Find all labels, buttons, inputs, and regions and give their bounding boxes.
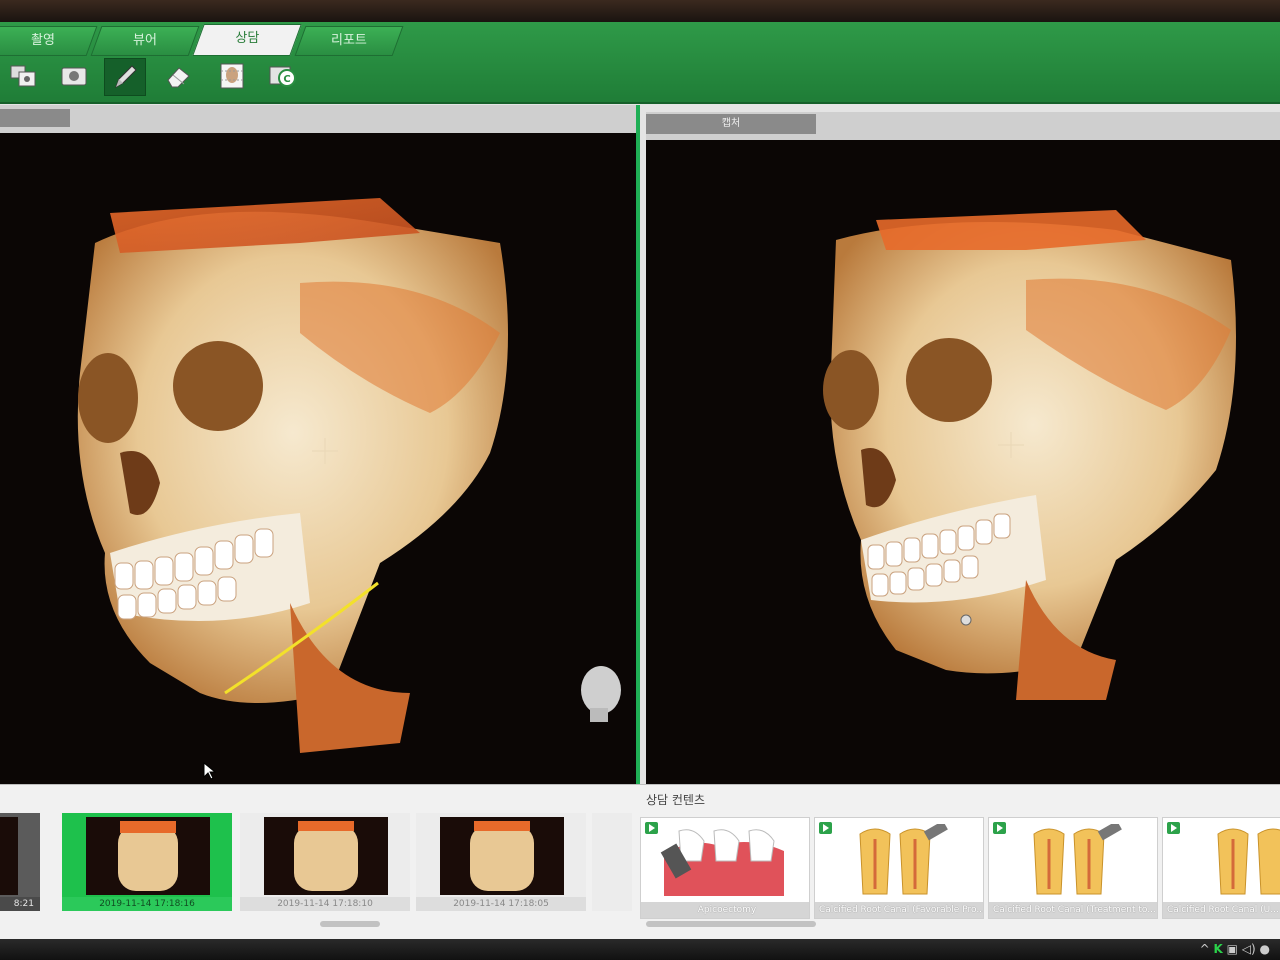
right-skull-render (646, 140, 1280, 784)
left-viewport-tab (0, 109, 70, 127)
os-taskbar: ^ K ▣ ◁) ● (0, 939, 1280, 960)
content-card[interactable]: Calcified Root Canal (Treatment to... (988, 817, 1158, 919)
play-icon[interactable] (1167, 822, 1180, 834)
tooth-illustration (660, 829, 784, 896)
right-viewport-header: 캡처 (646, 112, 1280, 140)
kakao-tray-icon[interactable]: K (1213, 942, 1222, 956)
thumbnail-item[interactable] (592, 813, 632, 911)
camera-icon (61, 67, 87, 86)
consult-content-cards: Apicoectomy Calcified Root Canal (Favora… (640, 817, 1280, 919)
content-card-caption: Calcified Root Canal (Treatment to... (989, 902, 1157, 918)
tab-consultation[interactable]: 상담 (192, 24, 302, 56)
viewport-divider[interactable] (636, 105, 640, 785)
notification-icon[interactable]: ● (1260, 942, 1270, 956)
right-3d-viewport[interactable]: 캡처 (646, 112, 1280, 784)
play-icon[interactable] (993, 822, 1006, 834)
thumbnail-item[interactable]: 8:21 (0, 813, 40, 911)
volume-icon[interactable]: ◁) (1242, 942, 1256, 956)
svg-text:C: C (283, 74, 290, 85)
tab-capture[interactable]: 촬영 (0, 26, 98, 56)
pencil-icon (115, 65, 137, 89)
thumbnail-caption: 2019-11-14 17:18:10 (240, 897, 410, 911)
screen: 촬영 뷰어 상담 리포트 C 캡처 8:21 2019-11-14 17:18:… (0, 0, 1280, 960)
eraser-icon (167, 67, 190, 88)
content-scrollbar[interactable] (646, 921, 816, 927)
left-3d-viewport[interactable] (0, 105, 640, 785)
skull-3d-image-right (823, 210, 1236, 700)
network-icon[interactable]: ▣ (1227, 942, 1238, 956)
thumbnail-item-selected[interactable]: 2019-11-14 17:18:16 (62, 813, 232, 911)
system-tray: ^ K ▣ ◁) ● (1200, 942, 1270, 956)
tab-label: 촬영 (31, 33, 55, 48)
monitor-bezel (0, 0, 1280, 22)
thumbnail-caption: 8:21 (0, 897, 40, 911)
thumbnail-image (264, 817, 388, 895)
chevron-up-icon[interactable]: ^ (1200, 942, 1210, 956)
content-card[interactable]: Calcified Root Canal (Favorable Pro... (814, 817, 984, 919)
content-card[interactable]: Calcified Root Canal (U... (1162, 817, 1280, 919)
thumbnail-image (440, 817, 564, 895)
left-viewport-header (0, 105, 640, 133)
tab-report[interactable]: 리포트 (294, 26, 404, 56)
tab-viewer[interactable]: 뷰어 (90, 26, 200, 56)
bottom-panel: 8:21 2019-11-14 17:18:16 2019-11-14 17:1… (0, 784, 1280, 940)
thumbnail-image (86, 817, 210, 895)
root-canal-illustration (1217, 828, 1280, 895)
compare-icon (10, 65, 36, 87)
tab-label: 뷰어 (133, 33, 157, 48)
face-grid-button[interactable] (212, 58, 252, 94)
thumbnail-image (0, 817, 18, 895)
right-viewport-tab[interactable]: 캡처 (646, 114, 816, 134)
root-canal-illustration (859, 824, 948, 895)
tab-label: 리포트 (331, 33, 367, 48)
mouse-cursor-icon (203, 762, 217, 780)
top-toolbar: 촬영 뷰어 상담 리포트 C (0, 22, 1280, 104)
left-skull-render (0, 133, 640, 785)
thumbnail-caption: 2019-11-14 17:18:05 (416, 897, 586, 911)
thumbnail-caption: 2019-11-14 17:18:16 (62, 897, 232, 911)
content-card-caption: Calcified Root Canal (Favorable Pro... (815, 902, 983, 918)
thumbnail-item[interactable]: 2019-11-14 17:18:10 (240, 813, 410, 911)
content-card[interactable]: Apicoectomy (640, 817, 810, 919)
content-card-caption: Calcified Root Canal (U... (1163, 902, 1280, 918)
content-card-caption: Apicoectomy (641, 902, 809, 918)
head-orientation-icon[interactable] (581, 666, 621, 722)
pencil-button[interactable] (104, 58, 146, 96)
capture-icon: C (269, 66, 296, 87)
thumbnail-item[interactable]: 2019-11-14 17:18:05 (416, 813, 586, 911)
camera-button[interactable] (54, 58, 94, 94)
capture-button[interactable]: C (262, 58, 302, 94)
tab-label: 상담 (235, 31, 260, 46)
compare-button[interactable] (4, 58, 44, 94)
play-icon[interactable] (645, 822, 658, 834)
root-canal-illustration (1033, 824, 1122, 895)
skull-3d-image-left (77, 198, 621, 753)
consult-contents-title: 상담 컨텐츠 (646, 793, 706, 807)
viewport-footer (0, 744, 1280, 784)
thumbnail-scrollbar[interactable] (320, 921, 380, 927)
play-icon[interactable] (819, 822, 832, 834)
face-grid-icon (220, 63, 244, 89)
capture-thumbnail-strip: 8:21 2019-11-14 17:18:16 2019-11-14 17:1… (0, 813, 634, 911)
eraser-button[interactable] (158, 58, 198, 94)
